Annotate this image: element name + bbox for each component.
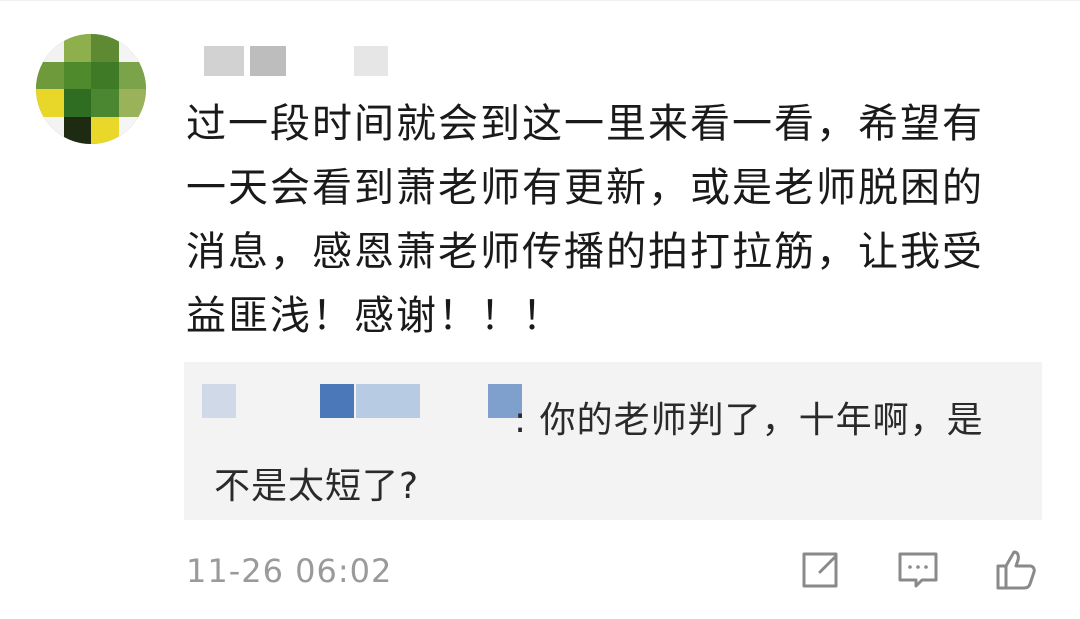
comment-line: 益匪浅！感谢！！！ <box>186 293 564 339</box>
reply-text: : 你的老师判了，十年啊，是不是太短了? <box>214 388 1014 520</box>
username-redacted[interactable] <box>186 44 388 78</box>
reply-separator: : <box>514 400 528 441</box>
reply-body: 你的老师判了，十年啊，是不是太短了? <box>214 400 984 507</box>
comment-text: 过一段时间就会到这一里来看一看，希望有 一天会看到萧老师有更新，或是老师脱困的 … <box>186 92 1016 348</box>
timestamp: 11-26 06:02 <box>186 552 393 590</box>
comment-line: 一天会看到萧老师有更新，或是老师脱困的 <box>186 165 984 211</box>
avatar[interactable] <box>36 34 146 144</box>
top-divider <box>0 0 1080 1</box>
like-icon[interactable] <box>994 548 1038 592</box>
comment-icon[interactable] <box>896 548 940 592</box>
share-icon[interactable] <box>798 548 842 592</box>
comment-line: 消息，感恩萧老师传播的拍打拉筋，让我受 <box>186 229 984 275</box>
reply-box[interactable]: : 你的老师判了，十年啊，是不是太短了? <box>184 362 1042 520</box>
comment-line: 过一段时间就会到这一里来看一看，希望有 <box>186 101 984 147</box>
